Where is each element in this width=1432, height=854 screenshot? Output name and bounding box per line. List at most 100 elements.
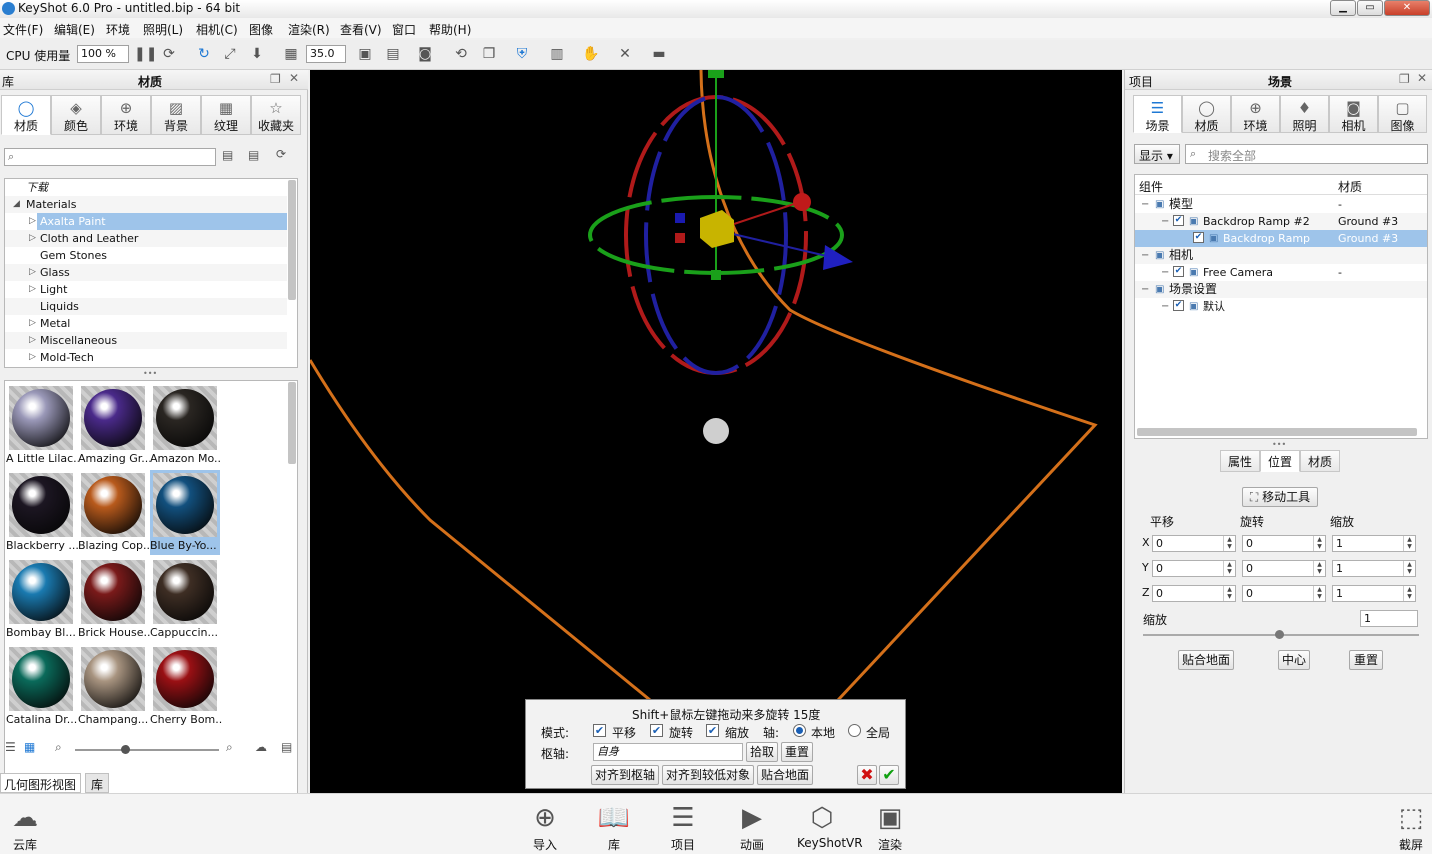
close-button[interactable]: ✕ [1384,0,1430,16]
scene-tree-item[interactable]: ✔ ▣ Backdrop Ramp Ground #3 [1135,230,1427,247]
scene-tree-item[interactable]: − ▣ 模型 - [1135,196,1427,213]
menu-item-6[interactable]: 渲染(R) [288,21,330,38]
material-thumbnail[interactable]: A Little Lilac... [6,383,78,468]
library-tree-item[interactable]: ▷ Cloth and Leather [5,230,287,247]
library-tree-item[interactable]: Liquids [5,298,287,315]
expand-arrow-icon[interactable]: ▷ [29,281,36,298]
tumble-tool-icon[interactable]: ✕ [616,45,634,63]
uniform-scale-input[interactable]: 1 [1360,610,1418,627]
menu-item-9[interactable]: 帮助(H) [429,21,471,38]
material-thumbnail[interactable]: Blackberry ... [6,470,78,555]
transform-input-s[interactable]: 1 ▲ ▼ [1332,560,1416,577]
drop-to-ground-icon[interactable]: ⬇ [248,45,266,63]
bottom-button-3[interactable]: ☰ 项目 [658,800,708,853]
scale-checkbox[interactable]: ✔ [706,724,719,737]
cancel-icon[interactable]: ✖ [857,765,877,785]
collapse-icon[interactable]: − [1161,298,1169,315]
fov-icon[interactable]: ▦ [282,45,300,63]
rotate-checkbox[interactable]: ✔ [650,724,663,737]
expand-arrow-icon[interactable]: ◢ [13,196,20,213]
bottom-button-1[interactable]: ⊕ 导入 [520,800,570,853]
y-axis-handle[interactable] [708,70,724,78]
project-tab-4[interactable]: ◙ 相机 [1329,95,1378,133]
expand-arrow-icon[interactable]: ▷ [29,332,36,349]
align-to-lower-button[interactable]: 对齐到较低对象 [662,765,754,785]
tab-library[interactable]: 库 [85,773,109,793]
material-thumbnail[interactable]: Catalina Dr... [6,644,77,729]
transform-input-t[interactable]: 0 ▲ ▼ [1152,560,1236,577]
bottom-button-5[interactable]: ⬡ KeyShotVR [797,800,863,850]
grid-view-icon[interactable]: ▦ [24,740,35,754]
bottom-button-7[interactable]: ⬚ 截屏 [1386,800,1432,853]
xy-plane-handle[interactable] [675,233,685,243]
collapse-icon[interactable]: − [1141,247,1149,264]
cpu-usage-select[interactable]: 100 % [77,45,129,63]
menu-item-4[interactable]: 相机(C) [196,21,238,38]
expand-arrow-icon[interactable]: ▷ [29,264,36,281]
project-tab-3[interactable]: ♦ 照明 [1280,95,1329,133]
new-folder-icon[interactable]: ▤ [222,148,233,162]
confirm-icon[interactable]: ✔ [879,765,899,785]
menu-item-3[interactable]: 照明(L) [143,21,183,38]
list-view-icon[interactable]: ☰ [5,740,16,754]
pick-button[interactable]: 拾取 [746,742,778,762]
material-thumbnail[interactable]: Brick House... [78,557,150,642]
center-button[interactable]: 中心 [1278,650,1310,670]
zoom-out-icon[interactable]: ⌕ [55,740,62,755]
transform-input-t[interactable]: 0 ▲ ▼ [1152,535,1236,552]
menu-item-0[interactable]: 文件(F) [3,21,43,38]
move-tool-button[interactable]: ⛶ 移动工具 [1242,487,1318,507]
local-radio[interactable] [793,724,806,737]
collapse-icon[interactable]: − [1161,264,1169,281]
grid-scrollbar[interactable] [288,382,296,464]
splitter-handle[interactable]: ••• [1272,440,1286,449]
green-handle[interactable] [711,270,721,280]
library-tab-4[interactable]: ▦ 纹理 [201,95,251,135]
spinner-arrows-icon[interactable]: ▲ ▼ [1223,536,1235,551]
tree-scrollbar[interactable] [288,180,296,300]
menu-item-8[interactable]: 窗口 [392,21,416,38]
upload-cloud-icon[interactable]: ☁ [255,740,267,754]
spinner-arrows-icon[interactable]: ▲ ▼ [1403,586,1415,601]
spinner-arrows-icon[interactable]: ▲ ▼ [1313,561,1325,576]
library-tree-item[interactable]: ▷ Metal [5,315,287,332]
shield-icon[interactable]: ⛨ [513,45,531,63]
expand-arrow-icon[interactable]: ▷ [29,349,36,366]
transform-input-r[interactable]: 0 ▲ ▼ [1242,535,1326,552]
tab-position[interactable]: 位置 [1260,450,1300,472]
library-tree-item[interactable]: Gem Stones [5,247,287,264]
undock-icon[interactable]: ❐ [270,72,281,86]
tab-material[interactable]: 材质 [1300,450,1340,472]
reset-transform-button[interactable]: 重置 [1349,650,1383,670]
project-tab-2[interactable]: ⊕ 环境 [1231,95,1280,133]
library-tree-item[interactable]: ◢ Materials [5,196,287,213]
visibility-checkbox[interactable]: ✔ [1173,215,1184,226]
menu-item-5[interactable]: 图像 [249,21,273,38]
spinner-arrows-icon[interactable]: ▲ ▼ [1403,536,1415,551]
fit-view-icon[interactable]: ⤢ [221,45,239,63]
screenshot-tool-icon[interactable]: ▣ [356,45,374,63]
transform-input-t[interactable]: 0 ▲ ▼ [1152,585,1236,602]
material-thumbnail[interactable]: Blazing Cop... [78,470,150,555]
material-thumbnail[interactable]: Bombay Bl... [6,557,76,642]
scene-tree-item[interactable]: − ▣ 相机 [1135,247,1427,264]
library-tree-item[interactable]: 下载 [5,179,287,196]
splitter-handle[interactable]: ••• [143,369,157,378]
import-folder-icon[interactable]: ▤ [281,740,292,754]
tab-geometry-view[interactable]: 几何图形视图 [0,773,81,793]
bottom-button-6[interactable]: ▣ 渲染 [865,800,915,853]
library-tab-3[interactable]: ▨ 背景 [151,95,201,135]
translate-checkbox[interactable]: ✔ [593,724,606,737]
align-to-pivot-button[interactable]: 对齐到枢轴 [591,765,659,785]
library-tree-item[interactable]: ▷ Light [5,281,287,298]
transform-input-s[interactable]: 1 ▲ ▼ [1332,535,1416,552]
expand-arrow-icon[interactable]: ▷ [29,213,36,230]
minimize-button[interactable]: ▁ [1330,0,1356,16]
project-tab-0[interactable]: ☰ 场景 [1133,95,1182,133]
bottom-button-4[interactable]: ▶ 动画 [727,800,777,853]
visibility-checkbox[interactable]: ✔ [1173,300,1184,311]
zoom-in-icon[interactable]: ⌕ [226,740,233,755]
transform-input-s[interactable]: 1 ▲ ▼ [1332,585,1416,602]
bottom-button-0[interactable]: ☁ 云库 [0,800,50,853]
camera-tool-icon[interactable]: ◙ [416,45,434,63]
